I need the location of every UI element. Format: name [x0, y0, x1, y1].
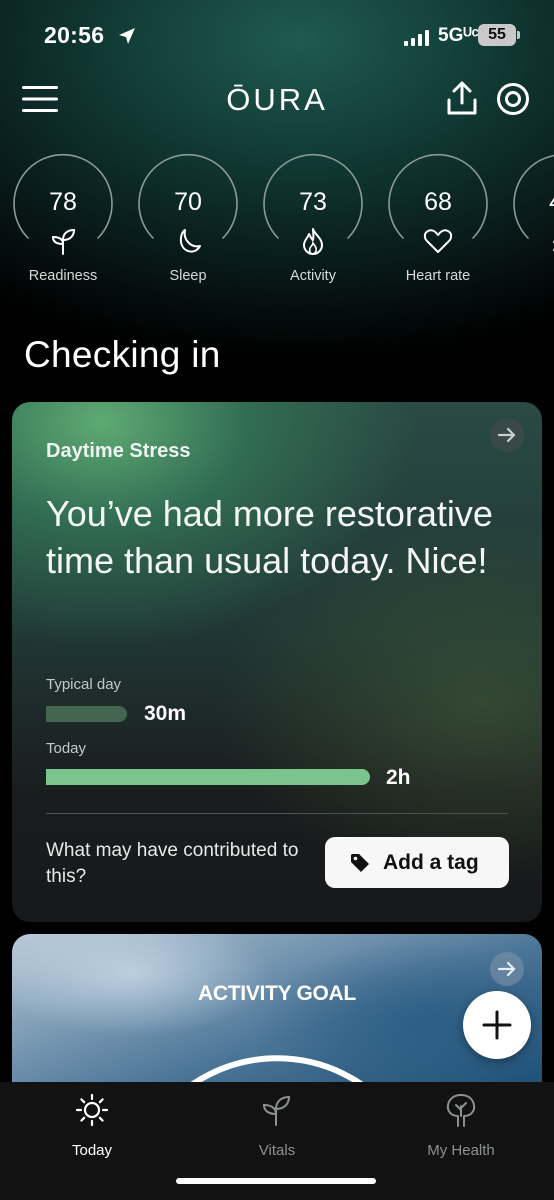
card-headline: You’ve had more restorative time than us… [46, 493, 493, 581]
plus-icon [482, 1010, 512, 1040]
location-arrow-icon [119, 28, 135, 44]
arrow-right-icon [497, 961, 516, 977]
tab-today[interactable]: Today [22, 1092, 162, 1162]
score-label: Activity [290, 268, 336, 284]
score-stress[interactable]: 45 St [508, 150, 554, 290]
score-value: 45 [508, 188, 554, 217]
ring-icon[interactable] [496, 82, 530, 116]
divider [46, 813, 508, 814]
share-icon[interactable] [446, 80, 478, 116]
flame-icon [303, 228, 323, 255]
section-title: Checking in [24, 334, 221, 375]
tab-my-health[interactable]: My Health [391, 1092, 531, 1162]
activity-goal-card[interactable]: ACTIVITY GOAL [12, 934, 542, 1082]
card-label: Daytime Stress [46, 440, 191, 462]
sprout-icon [262, 1095, 291, 1126]
today-label: Today [46, 740, 87, 757]
score-label: Sleep [169, 268, 207, 284]
score-readiness[interactable]: 78 Readiness [8, 150, 118, 290]
card-arrow-button[interactable] [490, 952, 524, 986]
add-tag-label: Add a tag [383, 851, 479, 874]
score-value: 73 [299, 188, 327, 216]
today-bar [46, 769, 370, 785]
score-value: 68 [424, 188, 452, 216]
contributed-prompt: What may have contributed to this? [46, 840, 299, 887]
typical-day-value: 30m [144, 702, 187, 725]
stress-icon [553, 240, 554, 251]
sun-icon [75, 1093, 109, 1127]
battery-nub [517, 31, 520, 39]
add-tag-button[interactable]: Add a tag [325, 837, 509, 888]
cellular-signal-icon [404, 30, 429, 46]
activity-goal-arc [190, 1055, 364, 1082]
score-sleep[interactable]: 70 Sleep [133, 150, 243, 290]
tab-vitals[interactable]: Vitals [207, 1092, 347, 1162]
tree-icon [446, 1094, 476, 1127]
score-heart-rate[interactable]: 68 Heart rate [383, 150, 493, 290]
score-label: Readiness [28, 268, 98, 284]
home-indicator [176, 1178, 376, 1184]
typical-day-bar [46, 706, 127, 722]
network-type: 5Gᵁᶜ [438, 25, 479, 46]
moon-icon [179, 229, 201, 253]
score-value: 78 [49, 188, 77, 216]
score-activity[interactable]: 73 Activity [258, 150, 368, 290]
sprout-icon [51, 228, 76, 255]
today-value: 2h [386, 766, 411, 789]
tab-label: Today [71, 1142, 113, 1159]
battery-indicator: 55 [478, 24, 516, 46]
score-carousel[interactable]: 78 Readiness 70 Sleep 73 Activity 68 Hea… [0, 150, 554, 290]
tab-label: Vitals [258, 1142, 296, 1159]
status-bar: 20:56 5Gᵁᶜ 55 [0, 0, 554, 70]
arrow-right-icon [497, 427, 516, 443]
typical-day-label: Typical day [46, 676, 122, 693]
score-value: 70 [174, 188, 202, 216]
add-button[interactable] [463, 991, 531, 1059]
daytime-stress-card[interactable]: Daytime Stress You’ve had more restorati… [12, 402, 542, 922]
activity-goal-title: ACTIVITY GOAL [198, 982, 356, 1005]
card-arrow-button[interactable] [490, 418, 524, 452]
tag-icon [351, 854, 369, 872]
tab-label: My Health [427, 1142, 495, 1159]
score-label: Heart rate [405, 268, 471, 284]
score-label: St [508, 268, 554, 284]
heart-icon [423, 229, 453, 253]
status-time: 20:56 [44, 22, 105, 48]
